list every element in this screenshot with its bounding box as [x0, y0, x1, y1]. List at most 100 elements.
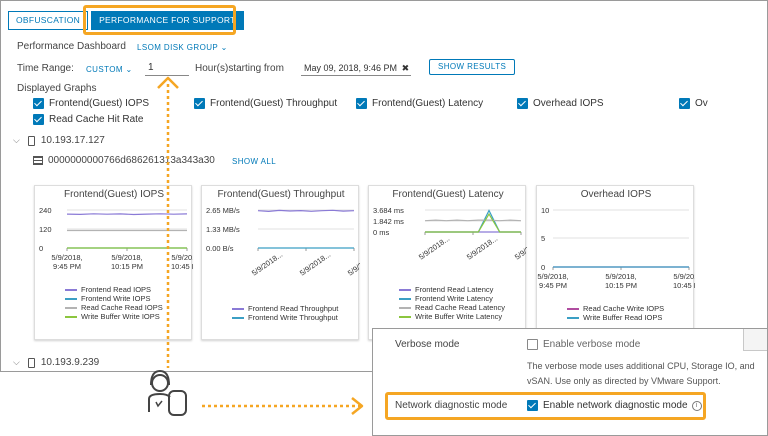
clear-icon[interactable]: ✖: [402, 63, 410, 73]
x-tick-label: 10:15 PM: [605, 281, 637, 290]
host-ip: 10.193.9.239: [40, 357, 100, 368]
host-row[interactable]: ⌵ 10.193.17.127: [13, 135, 105, 146]
graph-toggle-ov[interactable]: Ov: [679, 98, 708, 109]
graph-toggle-read-cache-hit-rate[interactable]: Read Cache Hit Rate: [33, 114, 144, 125]
x-tick-label: 5/9/2018,: [171, 253, 193, 262]
host-icon: [27, 357, 35, 368]
y-tick-label: 10: [541, 206, 549, 215]
y-tick-label: 1.33 MB/s: [206, 225, 240, 234]
x-tick-label: 5/9/2018...: [465, 234, 499, 262]
x-tick-label: 10:45 PM: [171, 262, 193, 271]
legend-item: Frontend Write IOPS: [65, 294, 163, 303]
x-tick-label: 5/9/2018,: [111, 253, 142, 262]
legend-item: Read Cache Read Latency: [399, 303, 505, 312]
checkbox-checked-icon: [33, 98, 44, 109]
series-line: [425, 212, 521, 233]
checkbox-checked-icon: [356, 98, 367, 109]
y-tick-label: 120: [39, 225, 52, 234]
disk-group-id: 0000000000766d686261313a343a30: [48, 155, 215, 166]
y-tick-label: 0.00 B/s: [206, 244, 234, 253]
x-tick-label: 5/9/2018,: [537, 272, 568, 281]
y-tick-label: 0 ms: [373, 228, 390, 237]
displayed-graphs-label: Displayed Graphs: [17, 83, 97, 94]
series-line: [66, 213, 188, 216]
checkbox-checked-icon: [194, 98, 205, 109]
host-ip: 10.193.17.127: [40, 135, 105, 146]
y-tick-label: 0: [541, 263, 545, 272]
legend-item: Read Cache Read IOPS: [65, 303, 163, 312]
highlight-network-diagnostic: [385, 392, 706, 420]
series-line: [257, 209, 355, 213]
chart-card-frontend-latency: Frontend(Guest) Latency 3.684 ms 1.842 ms…: [368, 185, 527, 340]
verbose-mode-label: Verbose mode: [395, 339, 460, 350]
chart-legend: Frontend Read Latency Frontend Write Lat…: [399, 285, 505, 321]
x-tick-label: 5/9/2018...: [250, 250, 284, 278]
y-tick-label: 0: [39, 244, 43, 253]
start-datetime-value: May 09, 2018, 9:46 PM: [304, 63, 398, 73]
graph-toggle-frontend-throughput[interactable]: Frontend(Guest) Throughput: [194, 98, 337, 109]
performance-panel: OBFUSCATION PERFORMANCE FOR SUPPORT Perf…: [0, 0, 768, 372]
legend-item: Frontend Read Latency: [399, 285, 505, 294]
hours-input[interactable]: 1: [145, 61, 189, 76]
show-results-button[interactable]: SHOW RESULTS: [429, 59, 516, 75]
graph-toggle-frontend-iops[interactable]: Frontend(Guest) IOPS: [33, 98, 149, 109]
checkbox-checked-icon: [679, 98, 690, 109]
legend-item: Frontend Read Throughput: [232, 304, 338, 313]
x-tick-label: 10:45 PM: [673, 281, 695, 290]
x-tick-label: 5/9/2018...: [346, 250, 360, 278]
host-icon: [27, 135, 35, 146]
chevron-down-icon[interactable]: ⌵: [13, 135, 20, 146]
y-tick-label: 240: [39, 206, 52, 215]
y-tick-label: 5: [541, 234, 545, 243]
x-tick-label: 5/9/2018...: [513, 234, 527, 262]
disk-group-dropdown[interactable]: LSOM DISK GROUP ⌄: [137, 43, 228, 52]
legend-item: Write Buffer Read IOPS: [567, 313, 664, 322]
y-tick-label: 2.65 MB/s: [206, 206, 240, 215]
chart-card-frontend-throughput: Frontend(Guest) Throughput 2.65 MB/s 1.33…: [201, 185, 360, 340]
support-agent-icon: [148, 369, 187, 416]
scrollbar-track[interactable]: [760, 3, 765, 369]
x-tick-label: 5/9/2018,: [673, 272, 695, 281]
highlight-tab-frame: [83, 5, 236, 35]
host-row[interactable]: ⌵ 10.193.9.239: [13, 357, 99, 368]
x-tick-label: 10:15 PM: [111, 262, 143, 271]
legend-item: Write Buffer Write Latency: [399, 312, 505, 321]
chart-legend: Frontend Read IOPS Frontend Write IOPS R…: [65, 285, 163, 321]
x-tick-label: 5/9/2018,: [605, 272, 636, 281]
verbose-mode-description: The verbose mode uses additional CPU, St…: [527, 361, 755, 371]
graph-toggle-overhead-iops[interactable]: Overhead IOPS: [517, 98, 604, 109]
checkbox-checked-icon: [33, 114, 44, 125]
dashboard-label: Performance Dashboard: [17, 41, 126, 52]
arrow-right-icon: [351, 397, 364, 415]
legend-item: Frontend Read IOPS: [65, 285, 163, 294]
x-tick-label: 5/9/2018,: [51, 253, 82, 262]
legend-item: Frontend Write Latency: [399, 294, 505, 303]
legend-item: Read Cache Write IOPS: [567, 304, 664, 313]
series-line: [424, 219, 522, 222]
hours-label: Hour(s)starting from: [195, 63, 284, 74]
scrollbar-thumb[interactable]: [743, 329, 767, 351]
disk-group-icon: [33, 156, 43, 165]
x-tick-label: 9:45 PM: [539, 281, 567, 290]
chart-legend: Frontend Read Throughput Frontend Write …: [232, 304, 338, 322]
checkbox-unchecked-icon: [527, 339, 538, 350]
chart-legend: Read Cache Write IOPS Write Buffer Read …: [567, 304, 664, 322]
time-range-mode-dropdown[interactable]: CUSTOM ⌄: [86, 65, 133, 74]
chart-card-overhead-iops: Overhead IOPS 10 5 0 5/9/2018, 9:45 PM 5/9/20…: [536, 185, 695, 340]
legend-item: Frontend Write Throughput: [232, 313, 338, 322]
x-tick-label: 5/9/2018...: [298, 250, 332, 278]
start-datetime-input[interactable]: May 09, 2018, 9:46 PM ✖: [301, 61, 411, 76]
show-all-link[interactable]: SHOW ALL: [232, 157, 276, 166]
verbose-mode-description-2: vSAN. Use only as directed by VMware Sup…: [527, 376, 721, 386]
verbose-mode-checkbox[interactable]: Enable verbose mode: [527, 339, 640, 350]
time-range-label: Time Range:: [17, 63, 74, 74]
tab-obfuscation[interactable]: OBFUSCATION: [8, 11, 89, 30]
graph-toggle-frontend-latency[interactable]: Frontend(Guest) Latency: [356, 98, 483, 109]
chart-card-frontend-iops: Frontend(Guest) IOPS 240 120 0 5/9/2018, 9:4…: [34, 185, 193, 340]
x-tick-label: 9:45 PM: [53, 262, 81, 271]
chevron-down-icon[interactable]: ⌵: [13, 357, 20, 368]
checkbox-checked-icon: [517, 98, 528, 109]
legend-item: Write Buffer Write IOPS: [65, 312, 163, 321]
y-tick-label: 1.842 ms: [373, 217, 404, 226]
disk-group-row: 0000000000766d686261313a343a30: [33, 155, 215, 166]
